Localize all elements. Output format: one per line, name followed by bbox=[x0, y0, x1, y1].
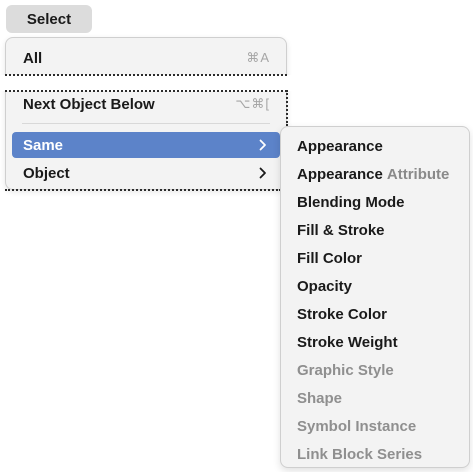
submenu-item-stroke-color-label: Stroke Color bbox=[297, 305, 388, 323]
menu-item-same-label: Same bbox=[23, 136, 64, 154]
submenu-item-symbol-instance-label: Symbol Instance bbox=[297, 417, 417, 435]
submenu-item-symbol-instance[interactable]: Symbol Instance bbox=[297, 413, 416, 439]
submenu-item-link-block-series[interactable]: Link Block Series bbox=[297, 441, 422, 467]
submenu-item-link-block-series-label: Link Block Series bbox=[297, 445, 423, 463]
menu-item-object-label: Object bbox=[23, 164, 70, 182]
same-submenu: Appearance Appearance Attribute Blending… bbox=[280, 126, 470, 468]
submenu-item-stroke-weight-label: Stroke Weight bbox=[297, 333, 398, 351]
menu-item-all[interactable]: All ⌘A bbox=[12, 45, 280, 71]
submenu-item-opacity[interactable]: Opacity bbox=[297, 273, 352, 299]
menu-item-next-object-below[interactable]: Next Object Below ⌥⌘[ bbox=[12, 91, 280, 117]
submenu-item-fill-and-stroke[interactable]: Fill & Stroke bbox=[297, 217, 385, 243]
submenu-item-fill-and-stroke-label: Fill & Stroke bbox=[297, 221, 385, 239]
crop-gap bbox=[0, 75, 292, 91]
submenu-item-blending-mode-label: Blending Mode bbox=[297, 193, 405, 211]
submenu-item-blending-mode[interactable]: Blending Mode bbox=[297, 189, 405, 215]
submenu-item-shape-label: Shape bbox=[297, 389, 343, 407]
submenu-item-graphic-style-label: Graphic Style bbox=[297, 361, 394, 379]
submenu-item-stroke-color[interactable]: Stroke Color bbox=[297, 301, 387, 327]
submenu-item-appearance-label: Appearance bbox=[297, 137, 383, 155]
menu-item-all-shortcut: ⌘A bbox=[246, 50, 270, 65]
menu-item-object[interactable]: Object bbox=[12, 160, 280, 186]
submenu-item-appearance-attribute-label: Appearance bbox=[297, 165, 383, 183]
menubar-select-label: Select bbox=[26, 10, 72, 28]
submenu-item-fill-color[interactable]: Fill Color bbox=[297, 245, 362, 271]
menu-item-next-object-below-shortcut: ⌥⌘[ bbox=[235, 96, 270, 111]
submenu-item-graphic-style[interactable]: Graphic Style bbox=[297, 357, 394, 383]
crop-line-middle bbox=[5, 90, 287, 92]
submenu-item-appearance[interactable]: Appearance bbox=[297, 133, 383, 159]
submenu-item-appearance-attribute[interactable]: Appearance Attribute bbox=[297, 161, 449, 187]
chevron-right-icon bbox=[256, 166, 270, 180]
menu-item-next-object-below-label: Next Object Below bbox=[23, 95, 155, 113]
submenu-item-opacity-label: Opacity bbox=[297, 277, 353, 295]
menu-item-all-label: All bbox=[23, 49, 43, 67]
chevron-right-icon bbox=[256, 138, 270, 152]
submenu-item-fill-color-label: Fill Color bbox=[297, 249, 362, 267]
menubar-select-menu[interactable]: Select bbox=[6, 5, 92, 33]
select-dropdown-menu: All ⌘A Next Object Below ⌥⌘[ Same Object bbox=[5, 37, 287, 190]
menu-item-same[interactable]: Same bbox=[12, 132, 280, 158]
submenu-item-appearance-attribute-suffix: Attribute bbox=[386, 165, 450, 183]
crop-line-top bbox=[5, 74, 287, 76]
submenu-item-stroke-weight[interactable]: Stroke Weight bbox=[297, 329, 398, 355]
crop-line-right bbox=[286, 90, 288, 126]
crop-line-bottom bbox=[5, 189, 281, 191]
menu-separator bbox=[22, 123, 270, 124]
submenu-item-shape[interactable]: Shape bbox=[297, 385, 342, 411]
screenshot-stage: Select All ⌘A Next Object Below ⌥⌘[ Same… bbox=[0, 0, 473, 472]
